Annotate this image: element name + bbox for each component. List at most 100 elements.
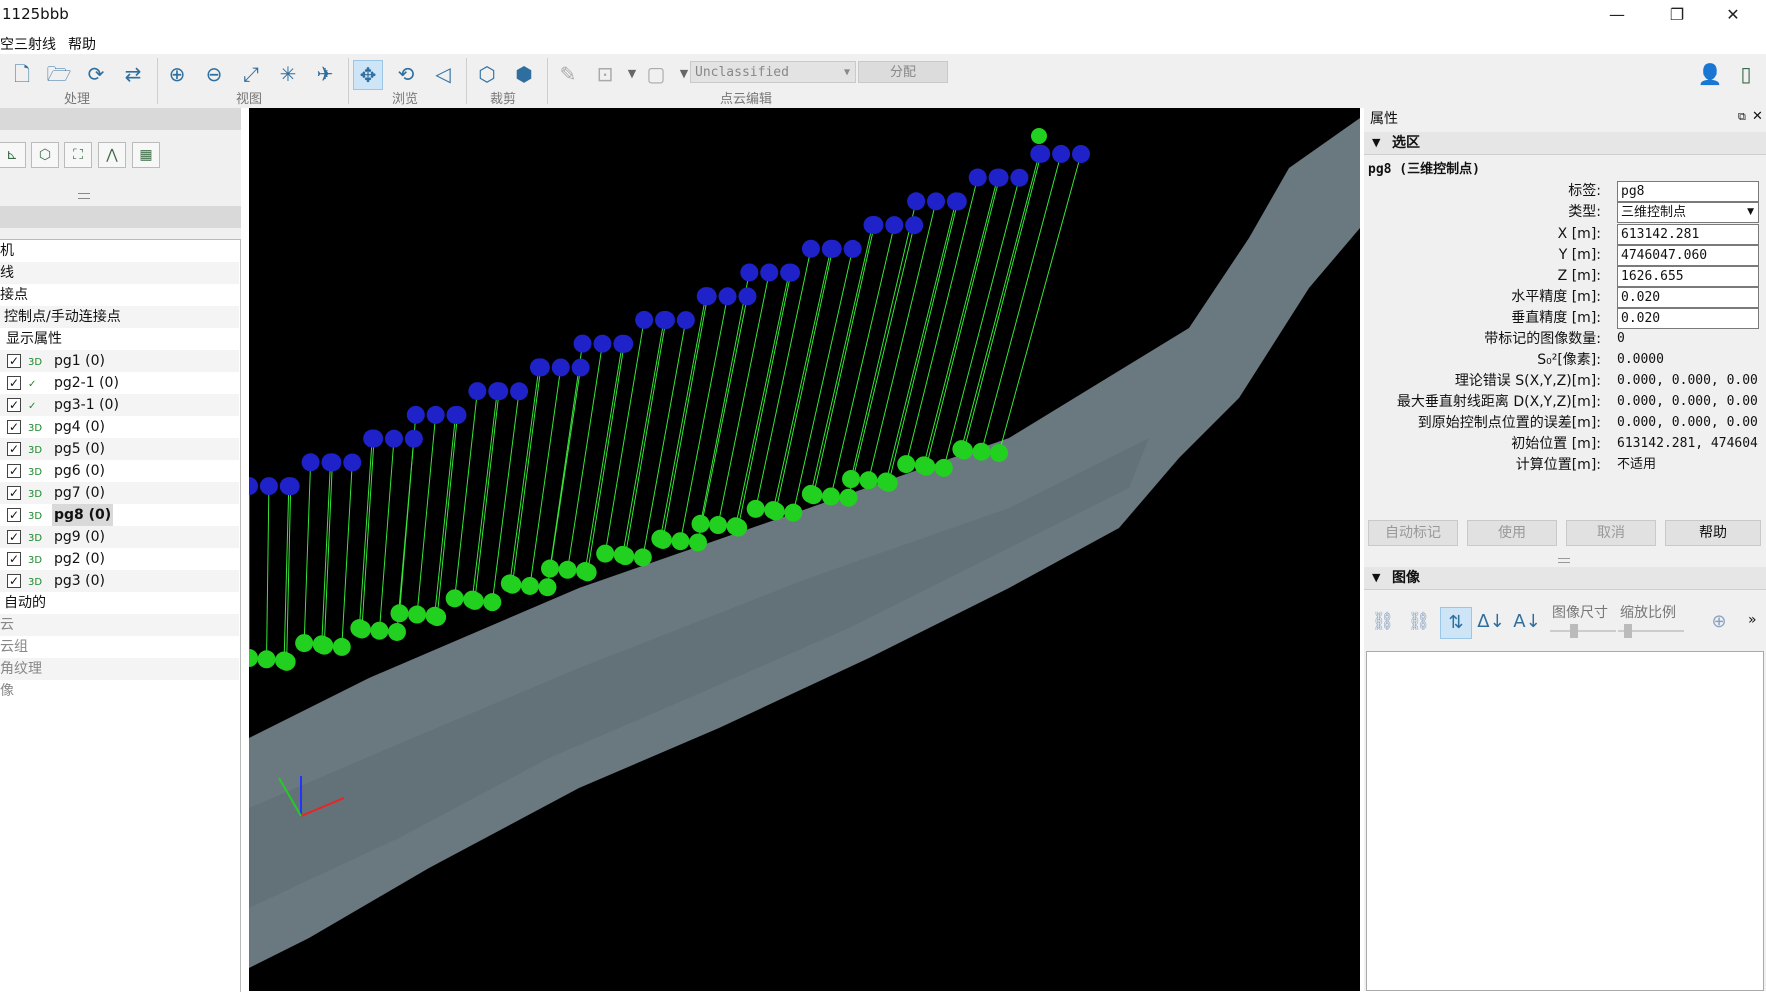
tree-item-display-props[interactable]: 显示属性 (0, 328, 239, 350)
image-list-area[interactable] (1366, 651, 1764, 991)
help-button[interactable]: 帮助 (1665, 520, 1761, 546)
tree-row-pg2-1[interactable]: ✓ ✓ pg2-1 (0) (0, 372, 239, 394)
assign-button[interactable]: 分配 (858, 61, 948, 83)
checkbox[interactable]: ✓ (7, 398, 21, 412)
overflow-chevron-icon[interactable]: » (1748, 612, 1757, 628)
panel-toggle-icon[interactable]: ▯ (1732, 60, 1760, 88)
section-selection-header[interactable]: ▼ 选区 (1364, 132, 1766, 155)
fit-extent-icon[interactable]: ⤢ (237, 60, 265, 88)
tree-item-automatic[interactable]: 自动的 (0, 592, 239, 614)
class-combo[interactable]: Unclassified ▼ (690, 61, 856, 83)
camera-icon[interactable]: ⛶ (64, 142, 92, 168)
tree-row-pg3[interactable]: ✓ 3D pg3 (0) (0, 570, 239, 592)
undock-icon[interactable]: ⧉ (1738, 110, 1746, 124)
label-field[interactable]: pg8 (1617, 181, 1759, 202)
cube-icon[interactable]: ⬡ (31, 142, 59, 168)
tree-item-gcps[interactable]: 控制点/手动连接点 (0, 306, 239, 328)
brush-icon[interactable]: ✎ (554, 60, 582, 88)
gcp-marker-green (370, 621, 389, 640)
tree-item-cameras[interactable]: 机 (0, 240, 239, 262)
splitter-handle[interactable] (1558, 558, 1570, 563)
tree-item-texture[interactable]: 角纹理 (0, 658, 239, 680)
image-size-slider[interactable] (1550, 630, 1616, 632)
clip-box-icon[interactable]: ⬡ (473, 60, 501, 88)
menu-aerial-rays[interactable]: 空三射线 (0, 34, 56, 54)
auto-mark-button[interactable]: 自动标记 (1368, 520, 1458, 546)
gcp-marker-blue (635, 310, 654, 329)
checkbox[interactable]: ✓ (7, 442, 21, 456)
zoom-slider-thumb[interactable] (1624, 624, 1632, 638)
selection-rect-icon[interactable]: ▢ (642, 60, 670, 88)
ray-line (303, 462, 312, 644)
sort-icon[interactable]: ⇅ (1440, 607, 1472, 639)
ray-icon[interactable]: ⋀ (98, 142, 126, 168)
tree-row-pg9[interactable]: ✓ 3D pg9 (0) (0, 526, 239, 548)
checkbox[interactable]: ✓ (7, 530, 21, 544)
unlink-icon[interactable]: ⛓ (1404, 607, 1434, 637)
fly-icon[interactable]: ◁ (429, 60, 457, 88)
user-icon[interactable]: 👤 (1696, 60, 1724, 88)
checkbox[interactable]: ✓ (7, 420, 21, 434)
clip-cube-icon[interactable]: ⬢ (510, 60, 538, 88)
image-size-slider-thumb[interactable] (1570, 624, 1578, 638)
list-item-label: pg7 (0) (54, 485, 105, 501)
y-field[interactable]: 4746047.060 (1617, 245, 1759, 266)
horizontal-accuracy-field[interactable]: 0.020 (1617, 287, 1759, 308)
tree-item-cloud-group[interactable]: 云组 (0, 636, 239, 658)
tree-item-image[interactable]: 像 (0, 680, 239, 702)
checkbox[interactable]: ✓ (7, 464, 21, 478)
checkbox[interactable]: ✓ (7, 552, 21, 566)
tree-row-pg3-1[interactable]: ✓ ✓ pg3-1 (0) (0, 394, 239, 416)
fit-points-icon[interactable]: ✳ (274, 60, 302, 88)
orbit-icon[interactable]: ⟲ (392, 60, 420, 88)
axis-icon[interactable]: ⊾ (0, 142, 26, 168)
open-folder-icon[interactable]: 🗁 (45, 60, 73, 88)
vertical-accuracy-field[interactable]: 0.020 (1617, 308, 1759, 329)
properties-panel: 属性 ⧉ ✕ ▼ 选区 pg8 (三维控制点) 标签: pg8 类型: 三维控制… (1364, 108, 1766, 991)
sort-delta-icon[interactable]: Δ↓ (1476, 607, 1506, 637)
z-field[interactable]: 1626.655 (1617, 266, 1759, 287)
menu-help[interactable]: 帮助 (68, 34, 96, 54)
tree-row-pg7[interactable]: ✓ 3D pg7 (0) (0, 482, 239, 504)
checkbox[interactable]: ✓ (7, 376, 21, 390)
magnify-icon[interactable]: ⊕ (1704, 607, 1734, 637)
tree-row-pg5[interactable]: ✓ 3D pg5 (0) (0, 438, 239, 460)
sort-az-icon[interactable]: A↓ (1512, 607, 1542, 637)
maximize-button[interactable]: ❐ (1654, 0, 1700, 30)
checkbox[interactable]: ✓ (7, 486, 21, 500)
refresh-icon[interactable]: ⟳ (82, 60, 110, 88)
use-button[interactable]: 使用 (1467, 520, 1557, 546)
tree-row-pg1[interactable]: ✓ 3D pg1 (0) (0, 350, 239, 372)
tree-row-pg2[interactable]: ✓ 3D pg2 (0) (0, 548, 239, 570)
gcp-marker-blue (905, 216, 924, 235)
link-icon[interactable]: ⛓ (1368, 607, 1398, 637)
checkbox[interactable]: ✓ (7, 508, 21, 522)
minimize-button[interactable]: — (1594, 0, 1640, 30)
cancel-button[interactable]: 取消 (1566, 520, 1656, 546)
tree-item-rays[interactable]: 线 (0, 262, 239, 284)
checkbox[interactable]: ✓ (7, 354, 21, 368)
new-project-icon[interactable]: 🗋 (8, 60, 36, 88)
sync-icon[interactable]: ⇄ (119, 60, 147, 88)
3d-viewport[interactable] (249, 108, 1360, 991)
close-panel-icon[interactable]: ✕ (1752, 109, 1763, 124)
tree-item-tiepoints[interactable]: 接点 (0, 284, 239, 306)
ray-line (624, 319, 667, 557)
gcp-3d-icon: 3D (28, 555, 43, 566)
type-select[interactable]: 三维控制点 ▼ (1617, 202, 1759, 223)
aircraft-view-icon[interactable]: ✈ (311, 60, 339, 88)
x-field[interactable]: 613142.281 (1617, 224, 1759, 245)
splitter-handle[interactable] (78, 193, 90, 199)
select-point-icon[interactable]: ⊡ (591, 60, 619, 88)
tree-row-pg8[interactable]: ✓ 3D pg8 (0) (0, 504, 239, 526)
grid-icon[interactable]: ▦ (132, 142, 160, 168)
close-button[interactable]: ✕ (1710, 0, 1756, 30)
pan-icon[interactable]: ✥ (353, 60, 383, 90)
tree-row-pg4[interactable]: ✓ 3D pg4 (0) (0, 416, 239, 438)
zoom-out-icon[interactable]: ⊖ (200, 60, 228, 88)
checkbox[interactable]: ✓ (7, 574, 21, 588)
tree-row-pg6[interactable]: ✓ 3D pg6 (0) (0, 460, 239, 482)
zoom-in-icon[interactable]: ⊕ (163, 60, 191, 88)
tree-item-cloud[interactable]: 云 (0, 614, 239, 636)
section-images-header[interactable]: ▼ 图像 (1364, 567, 1766, 590)
